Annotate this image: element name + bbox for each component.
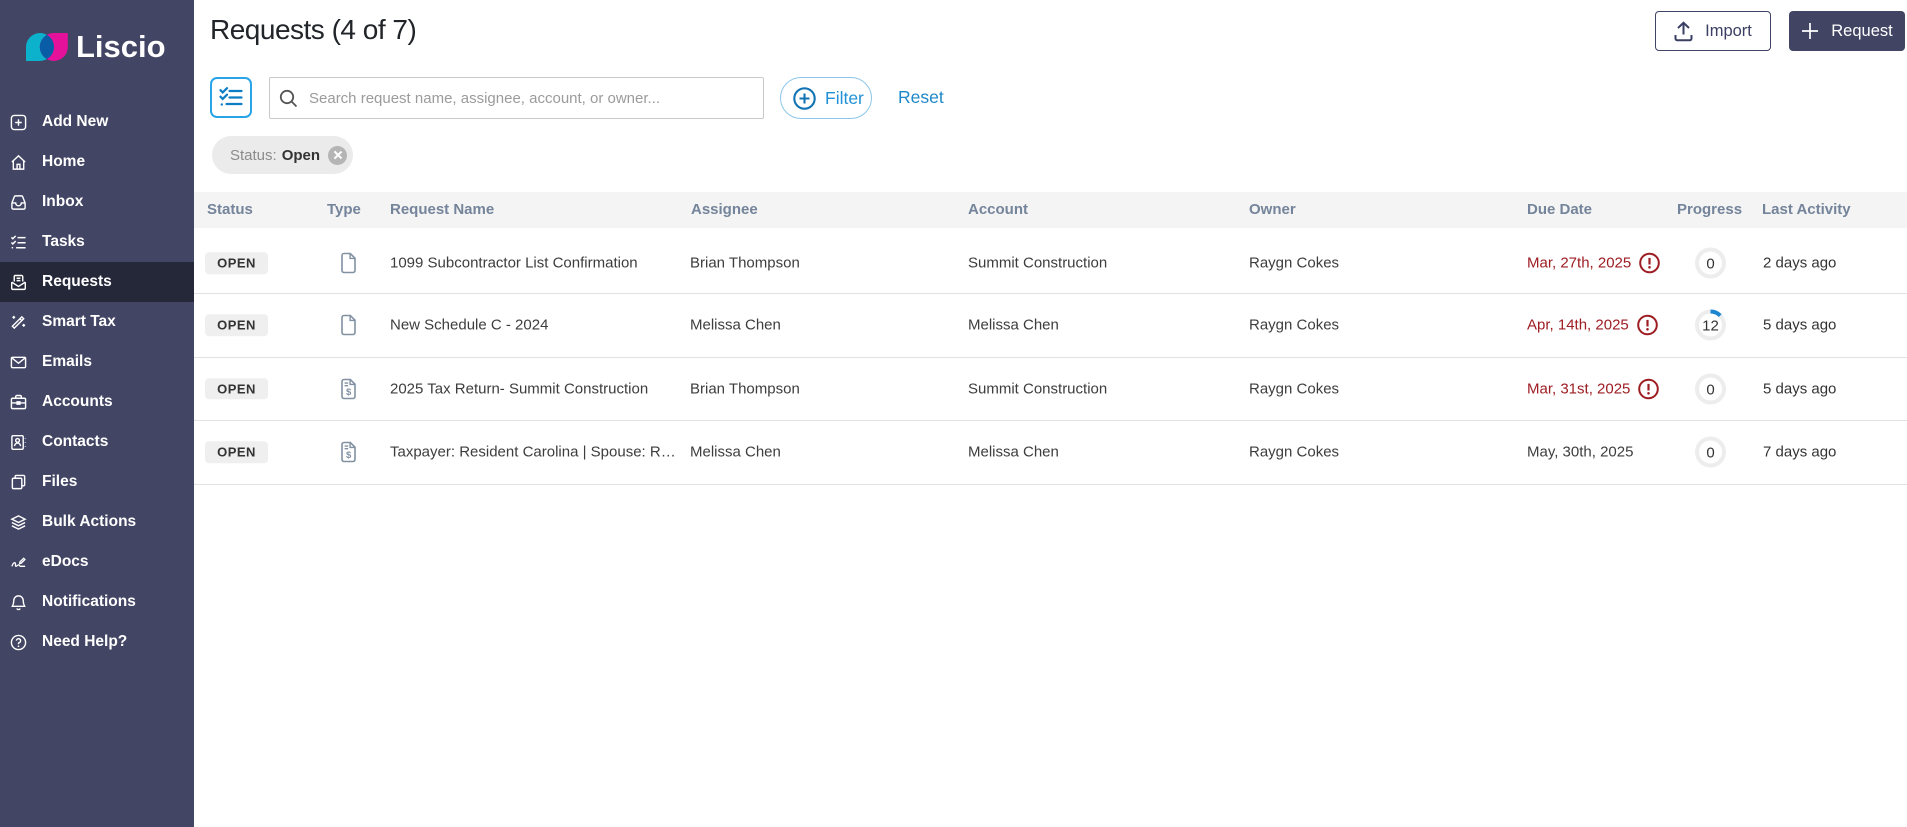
svg-text:0: 0 [1706, 381, 1714, 398]
svg-text:12: 12 [1702, 318, 1719, 335]
svg-text:$: $ [346, 387, 352, 398]
svg-text:0: 0 [1706, 445, 1714, 462]
svg-text:$: $ [346, 450, 352, 461]
svg-text:0: 0 [1706, 256, 1714, 273]
